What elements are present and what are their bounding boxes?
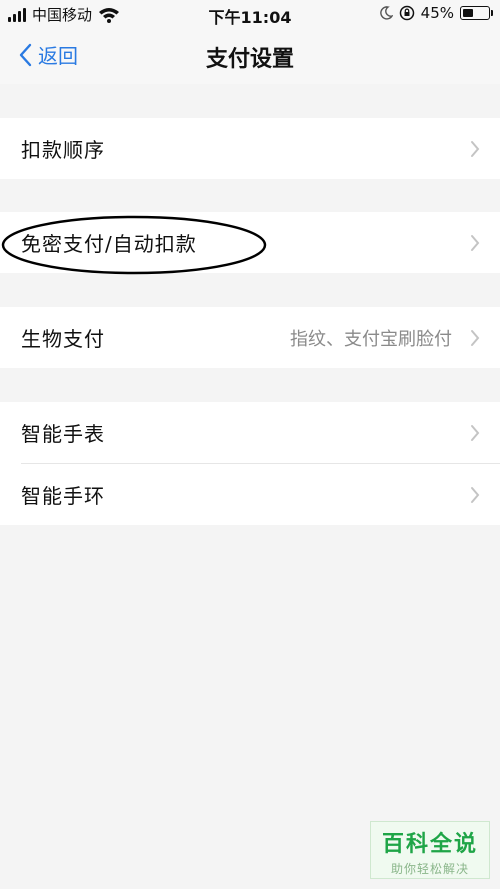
row-label: 扣款顺序	[21, 138, 105, 162]
status-right: 45%	[379, 4, 493, 22]
row-value: 指纹、支付宝刷脸付	[290, 328, 452, 350]
battery-fill	[463, 9, 473, 17]
row-smart-band[interactable]: 智能手环	[0, 464, 500, 525]
battery-percent: 45%	[420, 4, 454, 22]
row-label: 智能手环	[21, 484, 105, 508]
watermark-subtitle: 助你轻松解决	[390, 862, 469, 876]
chevron-right-icon	[471, 140, 480, 157]
row-password-free-payment[interactable]: 免密支付/自动扣款	[0, 212, 500, 273]
chevron-right-icon	[471, 329, 480, 346]
settings-group-wearables: 智能手表 智能手环	[0, 402, 500, 525]
settings-group-biometric: 生物支付 指纹、支付宝刷脸付	[0, 307, 500, 368]
battery-icon	[460, 6, 493, 20]
row-biometric-payment[interactable]: 生物支付 指纹、支付宝刷脸付	[0, 307, 500, 368]
chevron-right-icon	[471, 486, 480, 503]
watermark-title: 百科全说	[381, 832, 478, 857]
page-title: 支付设置	[205, 47, 294, 72]
row-smart-watch[interactable]: 智能手表	[0, 402, 500, 463]
row-label: 免密支付/自动扣款	[21, 232, 197, 256]
moon-icon	[379, 6, 393, 20]
settings-group-debit-order: 扣款顺序	[0, 118, 500, 179]
watermark-logo: 百科全说 助你轻松解决	[370, 821, 490, 879]
chevron-right-icon	[471, 424, 480, 441]
settings-group-password-free: 免密支付/自动扣款	[0, 212, 500, 273]
nav-bar: 返回 支付设置	[0, 28, 500, 84]
row-label: 智能手表	[21, 422, 105, 446]
chevron-right-icon	[471, 234, 480, 251]
status-bar: 中国移动 下午11:04 45%	[0, 0, 500, 28]
rotation-lock-icon	[399, 5, 414, 21]
row-label: 生物支付	[21, 327, 105, 351]
row-debit-order[interactable]: 扣款顺序	[0, 118, 500, 179]
